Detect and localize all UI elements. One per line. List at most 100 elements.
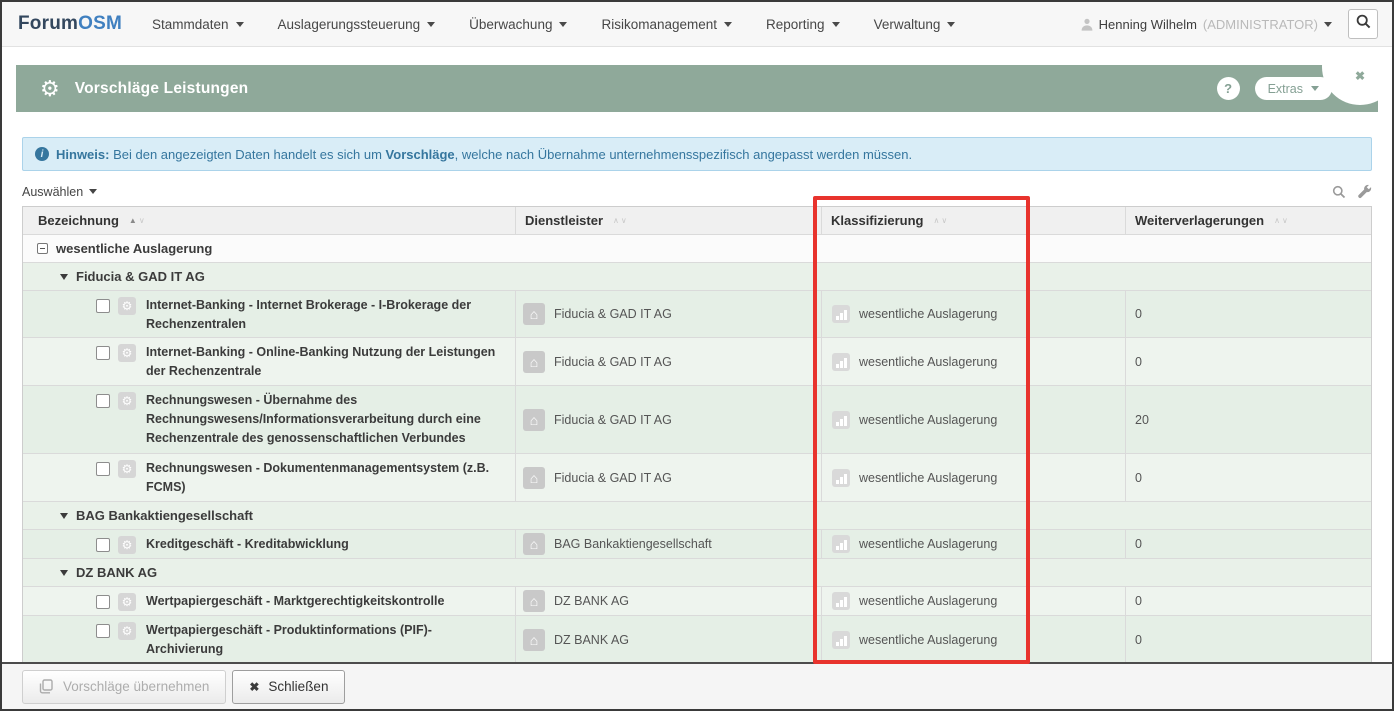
service-name: Rechnungswesen - Übernahme des Rechnungs… [146, 386, 506, 448]
building-glyph: ⌂ [530, 632, 538, 648]
help-button[interactable]: ? [1217, 77, 1240, 100]
group-row-provider[interactable]: DZ BANK AG [23, 558, 1371, 586]
table-row[interactable]: ⚙ Kreditgeschäft - Kreditabwicklung ⌂ BAG… [23, 529, 1371, 558]
table-toolbar: Auswählen [22, 182, 1372, 201]
service-name: Wertpapiergeschäft - Produktinformations… [146, 616, 506, 659]
gear-icon[interactable]: ⚙ [118, 297, 136, 315]
menu-label: Stammdaten [152, 17, 229, 32]
menu-label: Überwachung [469, 17, 552, 32]
table-row[interactable]: ⚙ Wertpapiergeschäft - Produktinformatio… [23, 615, 1371, 663]
column-header-bezeichnung[interactable]: Bezeichnung ▲∨ [23, 207, 515, 234]
chevron-down-icon [559, 22, 567, 27]
row-checkbox[interactable] [96, 462, 110, 476]
provider-name: BAG Bankaktiengesellschaft [554, 537, 712, 551]
menu-auslagerungssteuerung[interactable]: Auslagerungssteuerung [278, 17, 436, 32]
group-row-classification[interactable]: wesentliche Auslagerung [23, 234, 1371, 262]
table-row[interactable]: ⚙ Wertpapiergeschäft - Marktgerechtigkei… [23, 586, 1371, 615]
gear-icon[interactable]: ⚙ [118, 536, 136, 554]
select-dropdown[interactable]: Auswählen [22, 185, 97, 199]
chevron-down-icon [832, 22, 840, 27]
user-menu[interactable]: Henning Wilhelm (ADMINISTRATOR) [1081, 17, 1332, 32]
row-checkbox[interactable] [96, 299, 110, 313]
close-icon[interactable]: ✖ [1355, 69, 1365, 83]
app-logo[interactable]: ForumOSM [18, 13, 122, 35]
provider-name: Fiducia & GAD IT AG [554, 471, 672, 485]
transfers-count: 0 [1135, 471, 1142, 485]
sort-asc-icon: ∧ [933, 217, 939, 225]
provider-name: Fiducia & GAD IT AG [554, 413, 672, 427]
table-header-row: Bezeichnung ▲∨ Dienstleister ∧∨ Klassifi… [23, 206, 1371, 234]
button-label: Vorschläge übernehmen [63, 679, 209, 694]
menu-stammdaten[interactable]: Stammdaten [152, 17, 244, 32]
sort-icons[interactable]: ▲∨ [129, 217, 145, 225]
column-header-dienstleister[interactable]: Dienstleister ∧∨ [515, 207, 821, 234]
sort-asc-icon: ∧ [1274, 217, 1280, 225]
table-row[interactable]: ⚙ Rechnungswesen - Übernahme des Rechnun… [23, 385, 1371, 453]
gear-glyph: ⚙ [122, 300, 133, 312]
sort-desc-icon: ∨ [1282, 217, 1288, 225]
question-icon: ? [1224, 81, 1232, 96]
wrench-icon[interactable] [1357, 184, 1372, 199]
row-checkbox[interactable] [96, 394, 110, 408]
sort-icons[interactable]: ∧∨ [933, 217, 947, 225]
building-glyph: ⌂ [530, 412, 538, 428]
gear-icon[interactable]: ⚙ [118, 593, 136, 611]
accept-suggestions-button[interactable]: Vorschläge übernehmen [22, 670, 226, 704]
row-checkbox[interactable] [96, 624, 110, 638]
group-row-provider[interactable]: BAG Bankaktiengesellschaft [23, 501, 1371, 529]
gear-glyph: ⚙ [122, 539, 133, 551]
row-checkbox[interactable] [96, 346, 110, 360]
close-button[interactable]: ✖ Schließen [232, 670, 345, 704]
sort-icons[interactable]: ∧∨ [1274, 217, 1288, 225]
menu-reporting[interactable]: Reporting [766, 17, 840, 32]
classification-value: wesentliche Auslagerung [859, 307, 997, 321]
triangle-down-icon[interactable] [60, 513, 68, 519]
row-checkbox[interactable] [96, 595, 110, 609]
menu-label: Risikomanagement [601, 17, 717, 32]
sort-icons[interactable]: ∧∨ [613, 217, 627, 225]
footer-toolbar: Vorschläge übernehmen ✖ Schließen [2, 662, 1392, 709]
triangle-down-icon[interactable] [60, 570, 68, 576]
menu-ueberwachung[interactable]: Überwachung [469, 17, 567, 32]
table-row[interactable]: ⚙ Internet-Banking - Online-Banking Nutz… [23, 337, 1371, 385]
table-row[interactable]: ⚙ Internet-Banking - Internet Brokerage … [23, 290, 1371, 337]
menu-risikomanagement[interactable]: Risikomanagement [601, 17, 732, 32]
gear-icon[interactable]: ⚙ [118, 460, 136, 478]
column-header-klassifizierung[interactable]: Klassifizierung ∧∨ [821, 207, 1125, 234]
row-checkbox[interactable] [96, 538, 110, 552]
gear-glyph: ⚙ [122, 463, 133, 475]
group-label: Fiducia & GAD IT AG [76, 269, 205, 284]
menu-verwaltung[interactable]: Verwaltung [874, 17, 956, 32]
search-button[interactable] [1348, 9, 1378, 39]
service-name: Internet-Banking - Online-Banking Nutzun… [146, 338, 506, 381]
provider-name: DZ BANK AG [554, 633, 629, 647]
gear-icon[interactable]: ⚙ [118, 622, 136, 640]
minus-square-icon[interactable] [37, 243, 48, 254]
sort-asc-icon: ▲ [129, 217, 137, 225]
transfers-count: 0 [1135, 633, 1142, 647]
magnifier-icon [1356, 14, 1371, 34]
service-name: Kreditgeschäft - Kreditabwicklung [146, 530, 506, 554]
hint-text: Bei den angezeigten Daten handelt es sic… [109, 147, 385, 162]
group-row-provider[interactable]: Fiducia & GAD IT AG [23, 262, 1371, 290]
extras-button[interactable]: Extras [1255, 77, 1332, 100]
chevron-down-icon [724, 22, 732, 27]
bar-chart-icon [832, 469, 850, 487]
table-row[interactable]: ⚙ Rechnungswesen - Dokumentenmanagements… [23, 453, 1371, 501]
building-glyph: ⌂ [530, 536, 538, 552]
gear-icon: ⚙ [40, 78, 60, 100]
column-label: Klassifizierung [831, 213, 923, 228]
select-label: Auswählen [22, 185, 83, 199]
classification-value: wesentliche Auslagerung [859, 471, 997, 485]
gear-icon[interactable]: ⚙ [118, 392, 136, 410]
menu-label: Reporting [766, 17, 825, 32]
column-header-weiterverlagerungen[interactable]: Weiterverlagerungen ∧∨ [1125, 207, 1371, 234]
gear-icon[interactable]: ⚙ [118, 344, 136, 362]
classification-value: wesentliche Auslagerung [859, 594, 997, 608]
table-search-icon[interactable] [1332, 185, 1346, 199]
triangle-down-icon[interactable] [60, 274, 68, 280]
transfers-count: 20 [1135, 413, 1149, 427]
chevron-down-icon [1324, 22, 1332, 27]
classification-value: wesentliche Auslagerung [859, 633, 997, 647]
chevron-down-icon [427, 22, 435, 27]
